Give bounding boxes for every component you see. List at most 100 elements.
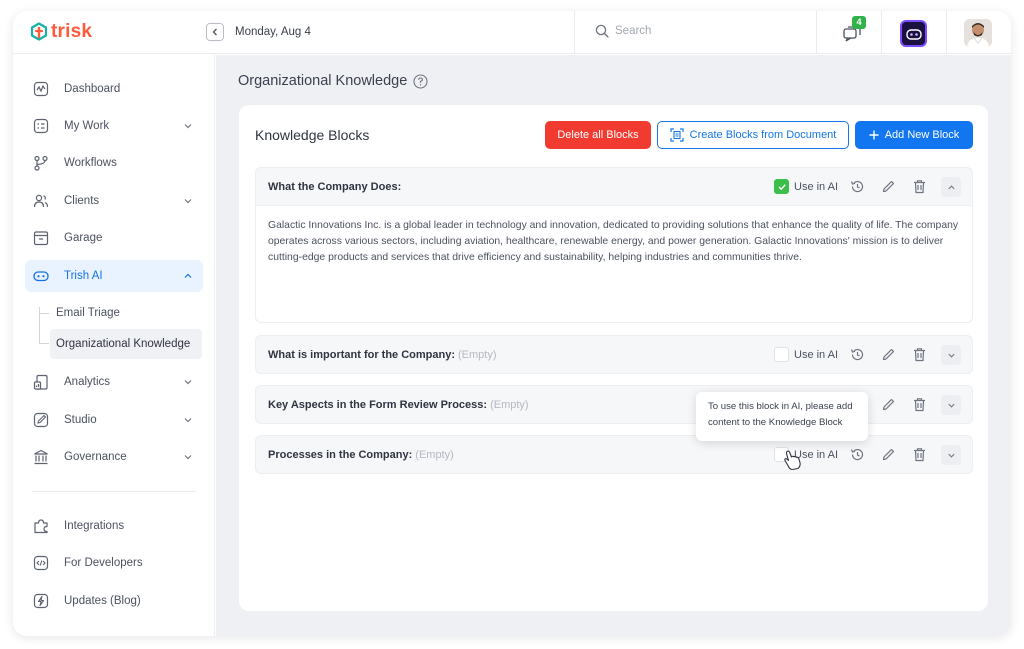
logo-text: trisk (51, 21, 93, 42)
knowledge-block: Processes in the Company: (Empty) Use in… (255, 435, 973, 474)
block-empty-label: (Empty) (458, 348, 497, 361)
use-in-ai-checkbox[interactable]: Use in AI (774, 179, 838, 194)
search-placeholder: Search (615, 25, 652, 37)
history-icon[interactable] (850, 447, 865, 462)
create-blocks-from-document-button[interactable]: Create Blocks from Document (657, 121, 849, 149)
chevron-left-icon (212, 28, 217, 36)
block-title: Processes in the Company: (268, 448, 413, 461)
history-icon[interactable] (850, 347, 865, 362)
trisk-logo-icon (30, 22, 48, 41)
chevron-down-icon (947, 353, 955, 358)
checkbox-checked[interactable] (774, 179, 789, 194)
sidebar-item-label: Integrations (64, 520, 125, 532)
checkbox-unchecked[interactable] (774, 347, 789, 362)
app-window: trisk Monday, Aug 4 Search 4 Dashboard M… (13, 11, 1011, 636)
studio-icon (33, 412, 49, 428)
trish-ai-icon (33, 271, 49, 282)
check-icon (777, 183, 786, 190)
chevron-down-icon (184, 124, 192, 129)
edit-icon[interactable] (881, 179, 896, 194)
sidebar-item-label: My Work (64, 120, 110, 132)
trash-icon[interactable] (912, 179, 927, 194)
header-divider (574, 11, 575, 54)
code-icon (33, 555, 49, 571)
user-avatar[interactable] (964, 19, 992, 47)
governance-icon (34, 449, 48, 465)
sidebar-item-label: For Developers (64, 557, 143, 569)
dashboard-icon (33, 81, 49, 97)
sidebar-item-trish-ai[interactable]: Trish AI (25, 260, 203, 292)
search-icon (595, 24, 609, 38)
sidebar-subitem-email-triage[interactable]: Email Triage (50, 298, 120, 328)
header-divider (816, 11, 817, 54)
user-photo-icon (964, 19, 992, 47)
block-title: Key Aspects in the Form Review Process: (268, 398, 488, 411)
sidebar-item-my-work[interactable]: My Work (25, 110, 203, 142)
sidebar-item-for-developers[interactable]: For Developers (25, 547, 203, 579)
knowledge-block: What the Company Does: Use in AI Galacti… (255, 167, 973, 323)
expand-block-button[interactable] (941, 345, 961, 365)
delete-all-blocks-button[interactable]: Delete all Blocks (545, 121, 651, 149)
edit-icon[interactable] (881, 347, 896, 362)
sidebar-item-dashboard[interactable]: Dashboard (25, 73, 203, 105)
history-icon[interactable] (850, 179, 865, 194)
trish-ai-avatar[interactable] (900, 20, 927, 47)
sidebar-item-updates-blog[interactable]: Updates (Blog) (25, 585, 203, 617)
tree-connector (39, 343, 49, 344)
collapse-block-button[interactable] (941, 177, 961, 197)
trash-icon[interactable] (912, 347, 927, 362)
page-title: Organizational Knowledge (238, 73, 428, 89)
chevron-down-icon (947, 453, 955, 458)
sidebar-subitem-organizational-knowledge[interactable]: Organizational Knowledge (50, 329, 202, 359)
top-bar: trisk Monday, Aug 4 Search 4 (13, 11, 1011, 54)
button-label: Add New Block (884, 129, 960, 141)
sidebar-item-garage[interactable]: Garage (25, 222, 203, 254)
chevron-down-icon (184, 418, 192, 423)
knowledge-block-header[interactable]: What the Company Does: Use in AI (256, 168, 972, 205)
sidebar-item-label: Studio (64, 414, 97, 426)
block-content[interactable]: Galactic Innovations Inc. is a global le… (256, 205, 972, 322)
block-title: What the Company Does: (268, 180, 402, 193)
collapse-sidebar-button[interactable] (206, 23, 224, 41)
help-icon[interactable] (413, 73, 428, 89)
sidebar-item-label: Analytics (64, 376, 111, 388)
use-in-ai-label: Use in AI (794, 180, 839, 193)
trash-icon[interactable] (912, 447, 927, 462)
button-label: Delete all Blocks (557, 129, 639, 141)
sidebar-item-workflows[interactable]: Workflows (25, 147, 203, 179)
expand-block-button[interactable] (941, 395, 961, 415)
expand-block-button[interactable] (941, 445, 961, 465)
plus-icon (869, 130, 879, 140)
my-work-icon (33, 118, 49, 134)
chevron-down-icon (184, 380, 192, 385)
use-in-ai-checkbox[interactable]: Use in AI (774, 347, 838, 362)
lightning-icon (33, 593, 49, 609)
block-empty-label: (Empty) (415, 448, 454, 461)
sidebar-item-governance[interactable]: Governance (25, 441, 203, 473)
block-empty-label: (Empty) (490, 398, 529, 411)
knowledge-block-header[interactable]: Processes in the Company: (Empty) Use in… (256, 436, 972, 473)
main-content: Organizational Knowledge Knowledge Block… (216, 55, 1011, 636)
add-new-block-button[interactable]: Add New Block (855, 121, 973, 149)
knowledge-block: What is important for the Company: (Empt… (255, 335, 973, 374)
sidebar-item-analytics[interactable]: Analytics (25, 366, 203, 398)
sidebar-item-studio[interactable]: Studio (25, 404, 203, 436)
tree-connector (39, 313, 49, 314)
edit-icon[interactable] (881, 447, 896, 462)
page-title-text: Organizational Knowledge (238, 73, 408, 89)
clients-icon (33, 194, 49, 208)
chat-notification-badge: 4 (852, 16, 866, 29)
sidebar: Dashboard My Work Workflows Clients Gara… (13, 55, 215, 636)
pointer-hand-icon (784, 450, 801, 471)
sidebar-item-integrations[interactable]: Integrations (25, 510, 203, 542)
knowledge-block-header[interactable]: What is important for the Company: (Empt… (256, 336, 972, 373)
chevron-up-icon (184, 273, 192, 278)
edit-icon[interactable] (881, 397, 896, 412)
integrations-icon (34, 519, 48, 534)
search-box[interactable]: Search (595, 24, 651, 38)
trisk-logo[interactable]: trisk (30, 20, 92, 44)
sidebar-item-clients[interactable]: Clients (25, 185, 203, 217)
garage-icon (33, 231, 49, 246)
trash-icon[interactable] (912, 397, 927, 412)
sidebar-item-label: Dashboard (64, 83, 121, 95)
